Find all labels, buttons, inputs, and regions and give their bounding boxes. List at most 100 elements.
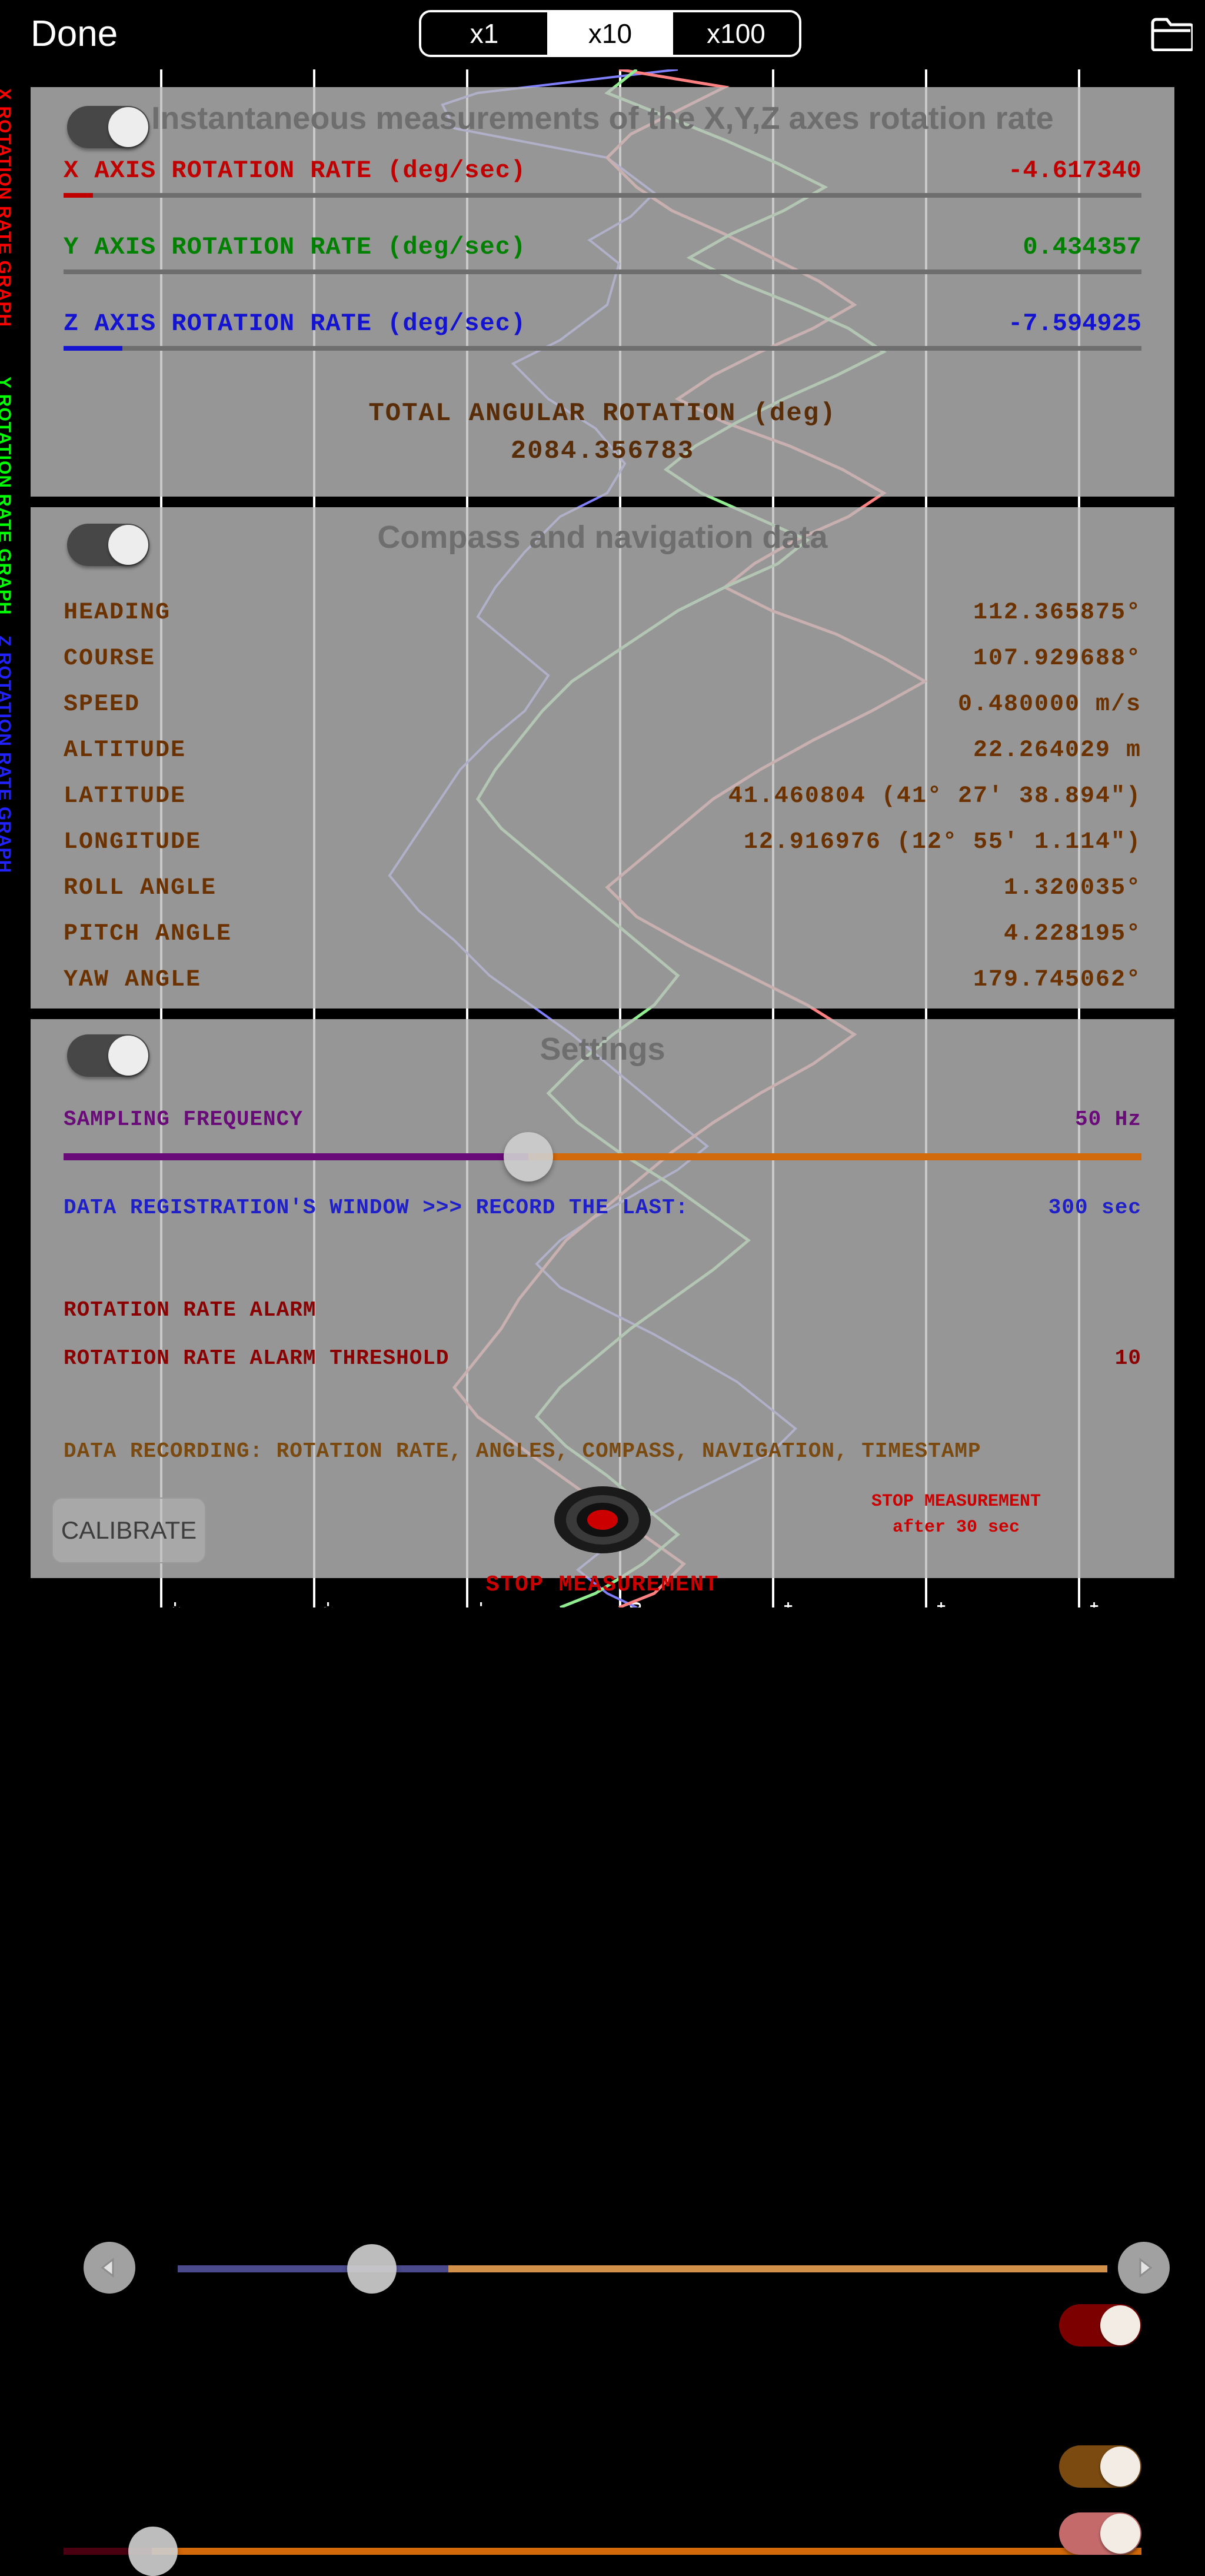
alarm-threshold-thumb[interactable]: [128, 2527, 178, 2576]
side-label-x-graph: X ROTATION RATE GRAPH: [0, 88, 14, 327]
latitude-value: 41.460804 (41° 27' 38.894"): [728, 783, 1141, 810]
registration-window-value: 300 sec: [1048, 1196, 1141, 1220]
x-rotation-value: -4.617340: [1008, 157, 1141, 185]
registration-window-label: DATA REGISTRATION'S WINDOW >>> RECORD TH…: [64, 1196, 689, 1220]
data-recording-label: DATA RECORDING: ROTATION RATE, ANGLES, C…: [64, 1439, 981, 1463]
slider-filled-track: [178, 2265, 448, 2272]
z-rotation-value: -7.594925: [1008, 309, 1141, 338]
row-registration-window: DATA REGISTRATION'S WINDOW >>> RECORD TH…: [31, 1196, 1174, 1220]
stop-after-line1: STOP MEASUREMENT: [871, 1492, 1041, 1512]
compass-panel: Compass and navigation data HEADING 112.…: [31, 507, 1174, 1009]
row-alarm-threshold: ROTATION RATE ALARM THRESHOLD 10: [31, 1346, 1174, 1370]
alarm-threshold-slider[interactable]: [64, 2527, 1141, 2576]
switch-knob: [1100, 2514, 1140, 2554]
roll-angle-value: 1.320035°: [1003, 874, 1141, 901]
course-value: 107.929688°: [973, 645, 1141, 672]
segment-x10[interactable]: x10: [547, 12, 673, 55]
switch-knob: [1100, 2305, 1140, 2345]
rotation-rate-alarm-switch[interactable]: [1059, 2304, 1141, 2347]
toggle-knob: [108, 525, 148, 565]
x-rotation-label: X AXIS ROTATION RATE (deg/sec): [64, 157, 527, 185]
toggle-knob: [108, 1036, 148, 1076]
course-label: COURSE: [64, 645, 156, 672]
row-x-rotation-rate: X AXIS ROTATION RATE (deg/sec) -4.617340: [31, 157, 1174, 185]
sampling-frequency-value: 50 Hz: [1074, 1107, 1141, 1131]
y-rotation-value: 0.434357: [1023, 233, 1141, 261]
yaw-angle-label: YAW ANGLE: [64, 966, 202, 993]
roll-angle-label: ROLL ANGLE: [64, 874, 217, 901]
row-pitch-angle: PITCH ANGLE 4.228195°: [31, 911, 1174, 957]
registration-window-slider[interactable]: [178, 2244, 1107, 2294]
row-sampling-frequency: SAMPLING FREQUENCY 50 Hz: [31, 1107, 1174, 1131]
registration-window-thumb[interactable]: [347, 2244, 397, 2294]
alarm-threshold-value: 10: [1114, 1346, 1141, 1370]
speed-value: 0.480000 m/s: [957, 691, 1141, 718]
segment-x100[interactable]: x100: [673, 12, 799, 55]
zoom-segmented-control[interactable]: x1 x10 x100: [419, 10, 801, 57]
stop-measurement-knob[interactable]: [553, 1485, 652, 1555]
longitude-value: 12.916976 (12° 55' 1.114"): [743, 828, 1141, 856]
speed-label: SPEED: [64, 691, 141, 718]
folder-icon[interactable]: [1150, 15, 1194, 54]
rotation-panel-title: Instantaneous measurements of the X,Y,Z …: [151, 101, 1054, 136]
rotation-panel-toggle[interactable]: [67, 106, 149, 148]
rotation-panel: Instantaneous measurements of the X,Y,Z …: [31, 87, 1174, 497]
slider-remaining-track: [528, 1153, 1141, 1160]
data-recording-switch[interactable]: [1059, 2445, 1141, 2488]
y-rotation-label: Y AXIS ROTATION RATE (deg/sec): [64, 233, 527, 261]
done-button[interactable]: Done: [31, 13, 118, 55]
stop-measurement-caption: STOP MEASUREMENT: [485, 1572, 720, 1597]
altitude-label: ALTITUDE: [64, 737, 187, 764]
row-course: COURSE 107.929688°: [31, 635, 1174, 681]
stop-after-line2: after 30 sec: [892, 1517, 1020, 1537]
switch-knob: [1100, 2447, 1140, 2487]
heading-label: HEADING: [64, 599, 171, 626]
compass-panel-toggle[interactable]: [67, 524, 149, 566]
sampling-frequency-label: SAMPLING FREQUENCY: [64, 1107, 303, 1131]
x-rotation-bar: [64, 193, 1141, 198]
segment-x1[interactable]: x1: [421, 12, 547, 55]
z-rotation-bar: [64, 346, 1141, 351]
heading-value: 112.365875°: [973, 599, 1141, 626]
alarm-threshold-label: ROTATION RATE ALARM THRESHOLD: [64, 1346, 450, 1370]
y-rotation-bar: [64, 269, 1141, 274]
row-speed: SPEED 0.480000 m/s: [31, 681, 1174, 727]
slider-remaining-track: [448, 2265, 1107, 2272]
sampling-frequency-slider[interactable]: [64, 1132, 1141, 1182]
window-increase-button[interactable]: [1118, 2242, 1170, 2294]
toggle-knob: [108, 107, 148, 147]
window-decrease-button[interactable]: [84, 2242, 135, 2294]
yaw-angle-value: 179.745062°: [973, 966, 1141, 993]
row-data-recording: DATA RECORDING: ROTATION RATE, ANGLES, C…: [31, 1439, 1174, 1463]
sampling-frequency-thumb[interactable]: [504, 1132, 553, 1182]
calibrate-button[interactable]: CALIBRATE: [52, 1497, 206, 1563]
longitude-label: LONGITUDE: [64, 828, 202, 856]
stop-measurement-switch[interactable]: [1059, 2512, 1141, 2555]
slider-filled-track: [64, 1153, 528, 1160]
settings-panel-toggle[interactable]: [67, 1034, 149, 1077]
row-latitude: LATITUDE 41.460804 (41° 27' 38.894"): [31, 773, 1174, 819]
x-rotation-bar-fill: [64, 193, 93, 198]
z-rotation-bar-fill: [64, 346, 122, 351]
z-rotation-label: Z AXIS ROTATION RATE (deg/sec): [64, 309, 527, 338]
side-label-y-graph: Y ROTATION RATE GRAPH: [0, 377, 14, 615]
row-z-rotation-rate: Z AXIS ROTATION RATE (deg/sec) -7.594925: [31, 309, 1174, 338]
row-altitude: ALTITUDE 22.264029 m: [31, 727, 1174, 773]
altitude-value: 22.264029 m: [973, 737, 1141, 764]
row-heading: HEADING 112.365875°: [31, 590, 1174, 635]
side-label-z-graph: Z ROTATION RATE GRAPH: [0, 635, 14, 874]
total-angular-rotation-label: TOTAL ANGULAR ROTATION (deg): [368, 399, 837, 428]
slider-remaining-track: [152, 2548, 1141, 2555]
pitch-angle-label: PITCH ANGLE: [64, 920, 232, 947]
row-roll-angle: ROLL ANGLE 1.320035°: [31, 865, 1174, 911]
settings-panel-title: Settings: [540, 1031, 665, 1067]
row-rotation-rate-alarm: ROTATION RATE ALARM: [31, 1298, 1174, 1322]
rotation-rate-alarm-label: ROTATION RATE ALARM: [64, 1298, 317, 1322]
latitude-label: LATITUDE: [64, 783, 187, 810]
row-longitude: LONGITUDE 12.916976 (12° 55' 1.114"): [31, 819, 1174, 865]
stop-measurement-after-label: STOP MEASUREMENT after 30 sec: [841, 1489, 1071, 1540]
row-yaw-angle: YAW ANGLE 179.745062°: [31, 957, 1174, 1003]
total-angular-rotation-value: 2084.356783: [510, 437, 695, 466]
compass-panel-title: Compass and navigation data: [377, 520, 828, 555]
pitch-angle-value: 4.228195°: [1003, 920, 1141, 947]
